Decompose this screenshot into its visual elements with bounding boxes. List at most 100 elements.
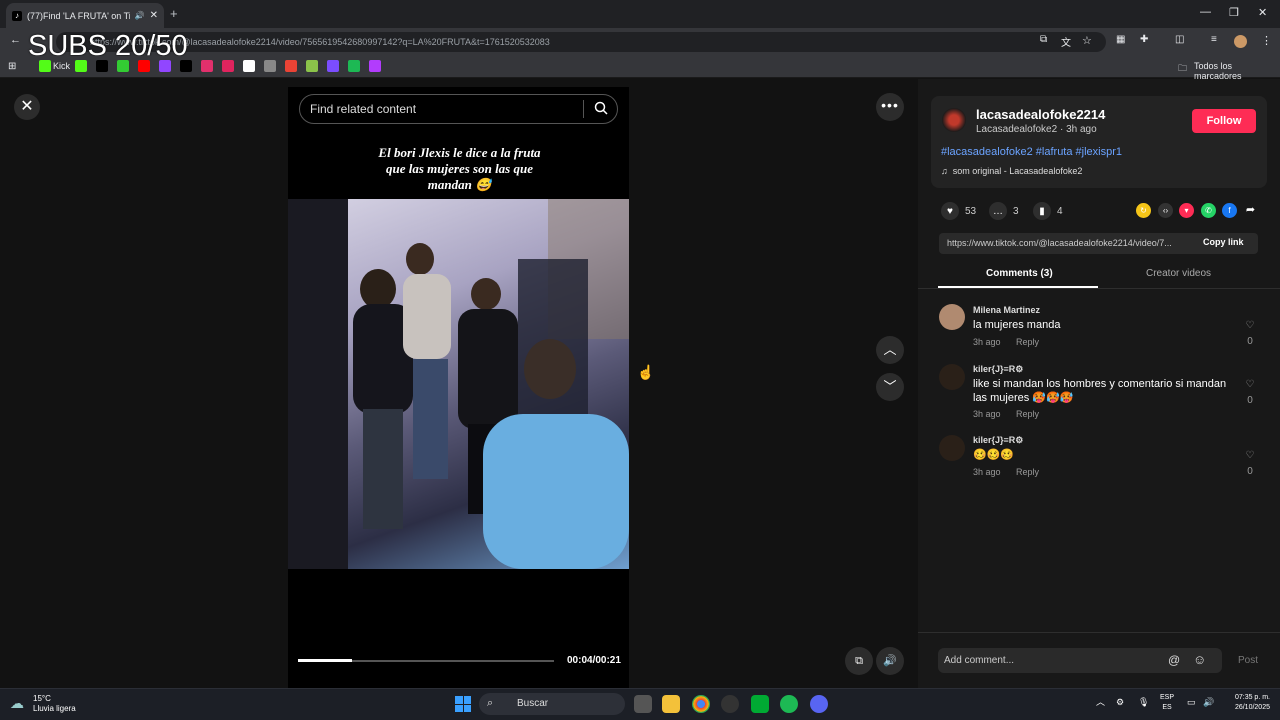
- bookmark-icon[interactable]: [369, 60, 381, 72]
- commenter-avatar[interactable]: [939, 364, 965, 390]
- previous-video-button[interactable]: ︿: [876, 336, 904, 364]
- app-icon[interactable]: [721, 695, 739, 713]
- language-indicator[interactable]: ESP ES: [1160, 693, 1174, 713]
- bookmark-icon[interactable]: [306, 60, 318, 72]
- emoji-icon[interactable]: ☺: [1193, 652, 1206, 667]
- extension-icon[interactable]: ▦: [1116, 34, 1125, 45]
- bookmark-icon[interactable]: [75, 60, 87, 72]
- tab-creator-videos[interactable]: Creator videos: [1146, 268, 1211, 279]
- restore-button[interactable]: ❐: [1229, 6, 1239, 19]
- reply-button[interactable]: Reply: [1016, 467, 1039, 477]
- volume-tray-icon[interactable]: 🔊: [1203, 697, 1214, 707]
- bookmark-icon[interactable]: [138, 60, 150, 72]
- bookmark-icon[interactable]: [39, 60, 51, 72]
- profile-avatar[interactable]: [1234, 35, 1247, 48]
- search-input[interactable]: Find related content: [299, 94, 618, 124]
- video-caption: El bori Jlexis le dice a la fruta que la…: [378, 145, 541, 192]
- bookmark-icon[interactable]: [96, 60, 108, 72]
- file-explorer-icon[interactable]: [662, 695, 680, 713]
- more-options-button[interactable]: •••: [876, 93, 904, 121]
- taskbar-search[interactable]: Buscar: [479, 693, 625, 715]
- comment-author[interactable]: kiler{J}≡R⚙: [973, 435, 1023, 446]
- comment-author[interactable]: kiler{J}≡R⚙: [973, 364, 1023, 375]
- mention-icon[interactable]: @: [1168, 653, 1180, 667]
- post-comment-button[interactable]: Post: [1238, 655, 1258, 666]
- speaker-icon[interactable]: 🔊: [135, 11, 145, 20]
- microphone-icon[interactable]: 🎙: [1138, 697, 1149, 707]
- media-icon[interactable]: ≡: [1211, 34, 1217, 45]
- task-view-icon[interactable]: [634, 695, 652, 713]
- share-icon[interactable]: ➦: [1243, 203, 1258, 218]
- translate-icon[interactable]: 文: [1061, 34, 1071, 49]
- tray-chevron-icon[interactable]: ︿: [1096, 697, 1105, 707]
- browser-tab[interactable]: ♪ (77)Find 'LA FRUTA' on Tik 🔊 ✕: [6, 3, 164, 28]
- sidepanel-icon[interactable]: ◫: [1175, 34, 1184, 45]
- windows-start-icon[interactable]: [455, 696, 471, 712]
- send-icon[interactable]: ▾: [1179, 203, 1194, 218]
- whatsapp-icon[interactable]: ✆: [1201, 203, 1216, 218]
- follow-button[interactable]: Follow: [1192, 109, 1256, 133]
- bookmark-icon[interactable]: [327, 60, 339, 72]
- tray-app-icon[interactable]: ⚙: [1116, 697, 1124, 707]
- terminal-icon[interactable]: [751, 695, 769, 713]
- network-icon[interactable]: ▭: [1187, 697, 1196, 707]
- back-icon[interactable]: ←: [10, 34, 21, 46]
- reply-button[interactable]: Reply: [1016, 409, 1039, 419]
- chrome-icon[interactable]: [692, 695, 710, 713]
- repost-icon[interactable]: ↻: [1136, 203, 1151, 218]
- music-info[interactable]: ♫ som original - Lacasadealofoke2: [941, 166, 1082, 176]
- reply-button[interactable]: Reply: [1016, 337, 1039, 347]
- new-tab-button[interactable]: +: [170, 6, 178, 21]
- minimize-button[interactable]: —: [1200, 6, 1211, 18]
- save-action[interactable]: ▮ 4: [1033, 202, 1063, 220]
- author-username[interactable]: lacasadealofoke2214: [976, 107, 1105, 122]
- comment-heart-icon[interactable]: ♡: [1243, 450, 1257, 461]
- puzzle-icon[interactable]: ✚: [1140, 34, 1148, 45]
- weather-widget[interactable]: 15°C Lluvia ligera: [33, 694, 76, 714]
- bookmark-icon[interactable]: [159, 60, 171, 72]
- comment-heart-icon[interactable]: ♡: [1243, 320, 1257, 331]
- comment-heart-icon[interactable]: ♡: [1243, 379, 1257, 390]
- all-bookmarks[interactable]: Todos los marcadores: [1194, 61, 1280, 81]
- author-avatar[interactable]: [942, 108, 966, 132]
- commenter-avatar[interactable]: [939, 435, 965, 461]
- address-bar[interactable]: https://www.tiktok.com/@lacasadealofoke2…: [56, 32, 1106, 52]
- next-video-button[interactable]: ﹀: [876, 373, 904, 401]
- menu-icon[interactable]: ⋮: [1261, 34, 1272, 47]
- clock[interactable]: 07:35 p. m. 26/10/2025: [1226, 693, 1270, 713]
- music-note-icon: ♫: [941, 166, 948, 176]
- comment-action[interactable]: … 3: [989, 202, 1019, 220]
- comment-author[interactable]: Milena Martinez: [973, 305, 1040, 315]
- bookmark-icon: ▮: [1033, 202, 1051, 220]
- spotify-icon[interactable]: [780, 695, 798, 713]
- bookmark-icon[interactable]: [201, 60, 213, 72]
- bookmark-icon[interactable]: [285, 60, 297, 72]
- floating-player-button[interactable]: ⧉: [845, 647, 873, 675]
- bookmark-icon[interactable]: [348, 60, 360, 72]
- video-frame[interactable]: [288, 199, 629, 569]
- star-icon[interactable]: ☆: [1082, 34, 1092, 47]
- bookmark-icon[interactable]: [264, 60, 276, 72]
- bookmark-icon[interactable]: [117, 60, 129, 72]
- bookmark-icon[interactable]: [180, 60, 192, 72]
- embed-icon[interactable]: ‹›: [1158, 203, 1173, 218]
- volume-button[interactable]: 🔊: [876, 647, 904, 675]
- tab-comments[interactable]: Comments (3): [986, 268, 1053, 279]
- search-icon[interactable]: [594, 101, 608, 115]
- bookmark-label[interactable]: Kick: [53, 61, 70, 71]
- window-close-button[interactable]: ✕: [1258, 6, 1267, 19]
- copy-link-button[interactable]: Copy link: [1203, 237, 1244, 247]
- commenter-avatar[interactable]: [939, 304, 965, 330]
- search-icon: ⌕: [487, 697, 494, 709]
- discord-icon[interactable]: [810, 695, 828, 713]
- weather-icon[interactable]: ☁: [10, 695, 24, 712]
- facebook-icon[interactable]: f: [1222, 203, 1237, 218]
- hashtags[interactable]: #lacasadealofoke2 #lafruta #jlexispr1: [941, 146, 1122, 158]
- like-action[interactable]: ♥ 53: [941, 202, 976, 220]
- apps-icon[interactable]: ⊞: [8, 61, 16, 72]
- bookmark-icon[interactable]: [243, 60, 255, 72]
- install-icon[interactable]: ⧉: [1040, 34, 1047, 45]
- close-tab-icon[interactable]: ✕: [150, 10, 158, 21]
- close-video-button[interactable]: ✕: [14, 94, 40, 120]
- bookmark-icon[interactable]: [222, 60, 234, 72]
